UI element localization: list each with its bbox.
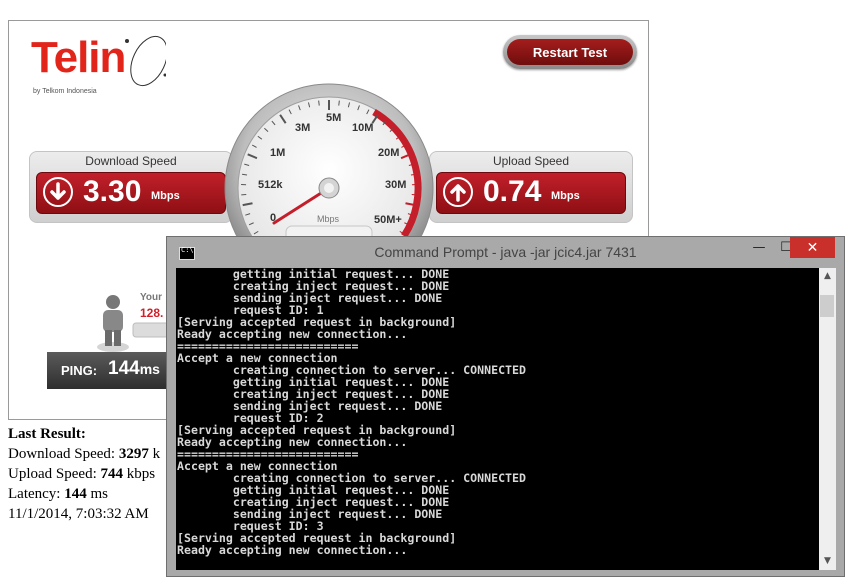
- download-speed-panel: Download Speed 3.30 Mbps: [29, 151, 233, 223]
- download-speed-title: Download Speed: [85, 154, 177, 168]
- ping-value-group: 144ms: [108, 358, 160, 380]
- upload-speed-title: Upload Speed: [492, 154, 570, 168]
- last-result: Last Result: Download Speed: 3297 k Uplo…: [8, 424, 160, 524]
- gauge-unit: Mbps: [317, 214, 340, 224]
- telin-logo: Telin by Telkom Indonesia: [31, 31, 166, 106]
- gauge-label-1m: 1M: [270, 147, 285, 159]
- gauge-tick: [338, 100, 340, 106]
- last-latency-suffix: ms: [86, 486, 108, 502]
- console-output[interactable]: getting initial request... DONE creating…: [176, 268, 819, 570]
- last-upload-suffix: kbps: [122, 466, 156, 482]
- upload-speed-value: 0.74: [483, 175, 542, 208]
- gauge-tick: [318, 100, 320, 106]
- upload-speed-display: 0.74 Mbps: [436, 172, 626, 214]
- console-line: Ready accepting new connection...: [177, 543, 408, 557]
- last-latency-line: Latency: 144 ms: [8, 484, 160, 504]
- restart-test-button[interactable]: Restart Test: [503, 35, 637, 69]
- gauge-label-5m: 5M: [326, 112, 341, 124]
- upload-speed-unit: Mbps: [551, 190, 580, 202]
- gauge-label-20m: 20M: [378, 147, 399, 159]
- last-timestamp: 11/1/2014, 7:03:32 AM: [8, 506, 149, 522]
- ping-unit: ms: [139, 361, 160, 377]
- last-upload-line: Upload Speed: 744 kbps: [8, 464, 160, 484]
- command-prompt-window[interactable]: C:\ Command Prompt - java -jar jcic4.jar…: [166, 236, 845, 577]
- gauge-label-512k: 512k: [258, 179, 283, 191]
- arrow-down-icon: [43, 177, 73, 207]
- scroll-up-icon[interactable]: ▲: [819, 268, 836, 285]
- last-upload-value: 744: [100, 466, 123, 482]
- close-button[interactable]: ✕: [790, 237, 835, 258]
- vertical-scrollbar[interactable]: ▲ ▼: [819, 268, 836, 570]
- gauge-label-10m: 10M: [352, 122, 373, 134]
- last-download-suffix: k: [148, 446, 161, 462]
- restart-test-label: Restart Test: [507, 39, 633, 65]
- last-latency-label: Latency:: [8, 486, 65, 502]
- scroll-thumb[interactable]: [820, 295, 834, 317]
- ping-value: 144: [108, 358, 140, 379]
- download-speed-display: 3.30 Mbps: [36, 172, 226, 214]
- download-speed-unit: Mbps: [151, 190, 180, 202]
- scroll-down-icon[interactable]: ▼: [819, 553, 836, 570]
- logo-text: Telin: [31, 33, 126, 82]
- gauge-label-3m: 3M: [295, 122, 310, 134]
- last-download-line: Download Speed: 3297 k: [8, 444, 160, 464]
- last-download-label: Download Speed:: [8, 446, 119, 462]
- download-speed-value: 3.30: [83, 175, 142, 208]
- gauge-label-30m: 30M: [385, 179, 406, 191]
- cmd-titlebar[interactable]: C:\ Command Prompt - java -jar jcic4.jar…: [167, 237, 844, 267]
- last-download-value: 3297: [118, 446, 149, 462]
- person-icon: [97, 295, 174, 352]
- last-result-title: Last Result:: [8, 426, 86, 442]
- console-text: getting initial request... DONE creating…: [176, 268, 819, 556]
- last-upload-label: Upload Speed:: [8, 466, 101, 482]
- arrow-up-icon: [443, 177, 473, 207]
- last-latency-value: 144: [64, 486, 87, 502]
- gauge-label-50m: 50M+: [374, 214, 402, 226]
- ping-label: PING:: [61, 363, 98, 378]
- logo-subtitle: by Telkom Indonesia: [33, 88, 97, 95]
- upload-speed-panel: Upload Speed 0.74 Mbps: [429, 151, 633, 223]
